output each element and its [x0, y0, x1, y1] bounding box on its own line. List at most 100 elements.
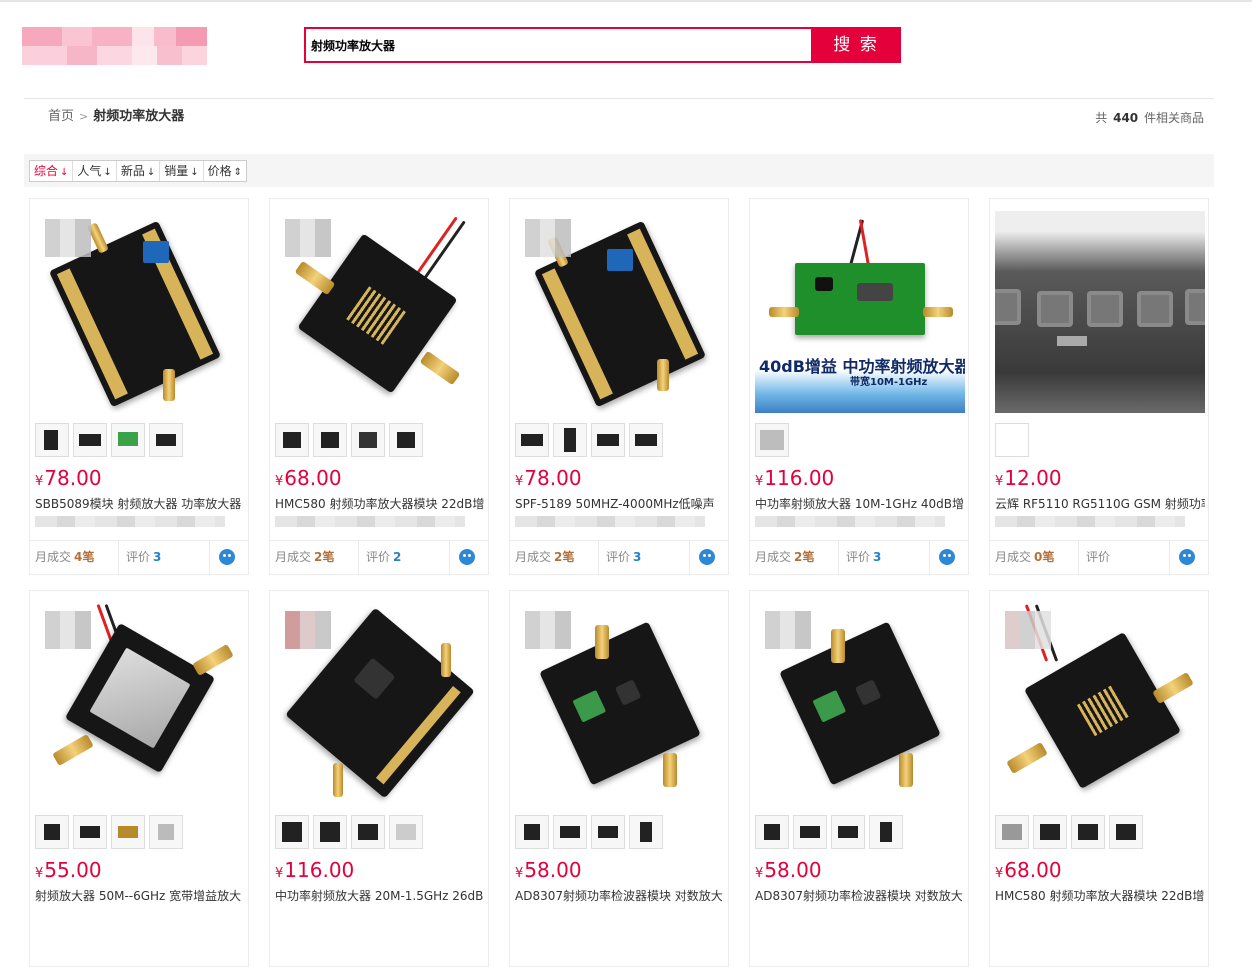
thumbnail[interactable]: [149, 423, 183, 457]
product-title[interactable]: 射频放大器 50M--6GHz 宽带增益放大: [35, 887, 245, 905]
chat-icon[interactable]: [699, 549, 715, 565]
thumbnail[interactable]: [111, 815, 145, 849]
product-image[interactable]: [755, 603, 965, 805]
sort-sales[interactable]: 销量 ↓: [160, 161, 204, 181]
reviews[interactable]: 评价: [1086, 549, 1113, 565]
thumbnail[interactable]: [35, 423, 69, 457]
thumbnail[interactable]: [629, 815, 663, 849]
thumbnail[interactable]: [995, 815, 1029, 849]
thumbnail[interactable]: [793, 815, 827, 849]
arrow-down-icon: ↓: [146, 167, 156, 178]
thumbnail[interactable]: [831, 815, 865, 849]
product-title[interactable]: AD8307射频功率检波器模块 对数放大: [755, 887, 965, 905]
sort-popularity[interactable]: 人气 ↓: [73, 161, 117, 181]
thumbnail[interactable]: [313, 423, 347, 457]
product-title[interactable]: SPF-5189 50MHZ-4000MHz低噪声: [515, 495, 725, 513]
thumbnail[interactable]: [35, 815, 69, 849]
divider: [689, 541, 690, 574]
product-title[interactable]: HMC580 射频功率放大器模块 22dB增: [995, 887, 1205, 905]
product-stats: 月成交 0笔 评价: [990, 540, 1208, 574]
thumbnail[interactable]: [389, 423, 423, 457]
monthly-sales-label: 月成交: [275, 550, 312, 564]
thumbnail[interactable]: [591, 423, 625, 457]
sort-newest[interactable]: 新品 ↓: [117, 161, 161, 181]
thumbnail[interactable]: [275, 815, 309, 849]
product-image[interactable]: [35, 211, 245, 413]
thumbnail[interactable]: [629, 423, 663, 457]
thumbnail[interactable]: [73, 423, 107, 457]
thumbnail[interactable]: [515, 815, 549, 849]
sort-comprehensive[interactable]: 综合 ↓: [30, 161, 74, 181]
thumbnail[interactable]: [351, 815, 385, 849]
product-card[interactable]: ¥116.00 中功率射频放大器 20M-1.5GHz 26dB: [269, 590, 489, 967]
reviews[interactable]: 评价 3: [126, 549, 161, 565]
thumbnail[interactable]: [1033, 815, 1067, 849]
thumbnail[interactable]: [1109, 815, 1143, 849]
sort-price[interactable]: 价格 ⇕: [204, 161, 246, 181]
product-title[interactable]: 中功率射频放大器 20M-1.5GHz 26dB: [275, 887, 485, 905]
chat-icon[interactable]: [939, 549, 955, 565]
product-title[interactable]: SBB5089模块 射频放大器 功率放大器: [35, 495, 245, 513]
product-image[interactable]: [275, 603, 485, 805]
thumbnail[interactable]: [313, 815, 347, 849]
product-image[interactable]: [995, 603, 1205, 805]
thumbnail[interactable]: [515, 423, 549, 457]
product-card[interactable]: ¥58.00 AD8307射频功率检波器模块 对数放大: [749, 590, 969, 967]
reviews-label: 评价: [846, 550, 871, 564]
sort-options: 综合 ↓ 人气 ↓ 新品 ↓ 销量 ↓ 价格 ⇕: [29, 160, 248, 182]
search-input[interactable]: [309, 32, 813, 58]
thumbnail[interactable]: [351, 423, 385, 457]
product-card[interactable]: ¥68.00 HMC580 射频功率放大器模块 22dB增: [989, 590, 1209, 967]
thumbnail[interactable]: [1071, 815, 1105, 849]
reviews[interactable]: 评价 3: [846, 549, 881, 565]
thumbnail[interactable]: [755, 423, 789, 457]
product-price: ¥78.00: [35, 466, 102, 494]
product-card[interactable]: ¥58.00 AD8307射频功率检波器模块 对数放大: [509, 590, 729, 967]
thumbnail-strip: [35, 423, 183, 457]
thumbnail[interactable]: [389, 815, 423, 849]
reviews-label: 评价: [606, 550, 631, 564]
chat-icon[interactable]: [1179, 549, 1195, 565]
thumbnail[interactable]: [553, 815, 587, 849]
product-image[interactable]: [515, 211, 725, 413]
shop-logo[interactable]: [22, 27, 207, 65]
breadcrumb-home[interactable]: 首页: [48, 109, 74, 124]
reviews[interactable]: 评价 2: [366, 549, 401, 565]
product-card[interactable]: ¥68.00 HMC580 射频功率放大器模块 22dB增 月成交 2笔 评价 2: [269, 198, 489, 575]
reviews-count: 3: [153, 550, 162, 564]
thumbnail-strip: [275, 815, 423, 849]
thumbnail[interactable]: [553, 423, 587, 457]
search-button[interactable]: 搜 索: [811, 27, 901, 63]
reviews[interactable]: 评价 3: [606, 549, 641, 565]
sort-label: 销量: [164, 164, 189, 178]
blurred-text: [515, 516, 705, 527]
currency-symbol: ¥: [995, 866, 1004, 881]
chat-icon[interactable]: [459, 549, 475, 565]
product-card[interactable]: ¥78.00 SPF-5189 50MHZ-4000MHz低噪声 月成交 2笔 评…: [509, 198, 729, 575]
product-image[interactable]: 40dB增益 中功率射频放大器 带宽10M-1GHz: [755, 211, 965, 413]
thumbnail[interactable]: [869, 815, 903, 849]
product-image[interactable]: [515, 603, 725, 805]
chat-icon[interactable]: [219, 549, 235, 565]
product-title[interactable]: AD8307射频功率检波器模块 对数放大: [515, 887, 725, 905]
thumbnail[interactable]: [591, 815, 625, 849]
product-title[interactable]: 云辉 RF5110 RG5110G GSM 射频功率: [995, 495, 1205, 513]
sort-label: 新品: [120, 164, 145, 178]
product-title[interactable]: HMC580 射频功率放大器模块 22dB增: [275, 495, 485, 513]
thumbnail[interactable]: [755, 815, 789, 849]
product-card[interactable]: 40dB增益 中功率射频放大器 带宽10M-1GHz ¥116.00 中功率射频…: [749, 198, 969, 575]
thumbnail[interactable]: [111, 423, 145, 457]
thumbnail[interactable]: [73, 815, 107, 849]
product-price: ¥58.00: [515, 858, 582, 886]
product-image[interactable]: [275, 211, 485, 413]
product-card[interactable]: ¥55.00 射频放大器 50M--6GHz 宽带增益放大: [29, 590, 249, 967]
thumbnail[interactable]: [995, 423, 1029, 457]
product-image[interactable]: [995, 211, 1205, 413]
thumbnail[interactable]: [149, 815, 183, 849]
arrow-down-icon: ↓: [103, 167, 112, 178]
product-card[interactable]: ¥12.00 云辉 RF5110 RG5110G GSM 射频功率 月成交 0笔 …: [989, 198, 1209, 575]
product-image[interactable]: [35, 603, 245, 805]
thumbnail[interactable]: [275, 423, 309, 457]
product-card[interactable]: ¥78.00 SBB5089模块 射频放大器 功率放大器 月成交 4笔 评价 3: [29, 198, 249, 575]
product-title[interactable]: 中功率射频放大器 10M-1GHz 40dB增: [755, 495, 965, 513]
